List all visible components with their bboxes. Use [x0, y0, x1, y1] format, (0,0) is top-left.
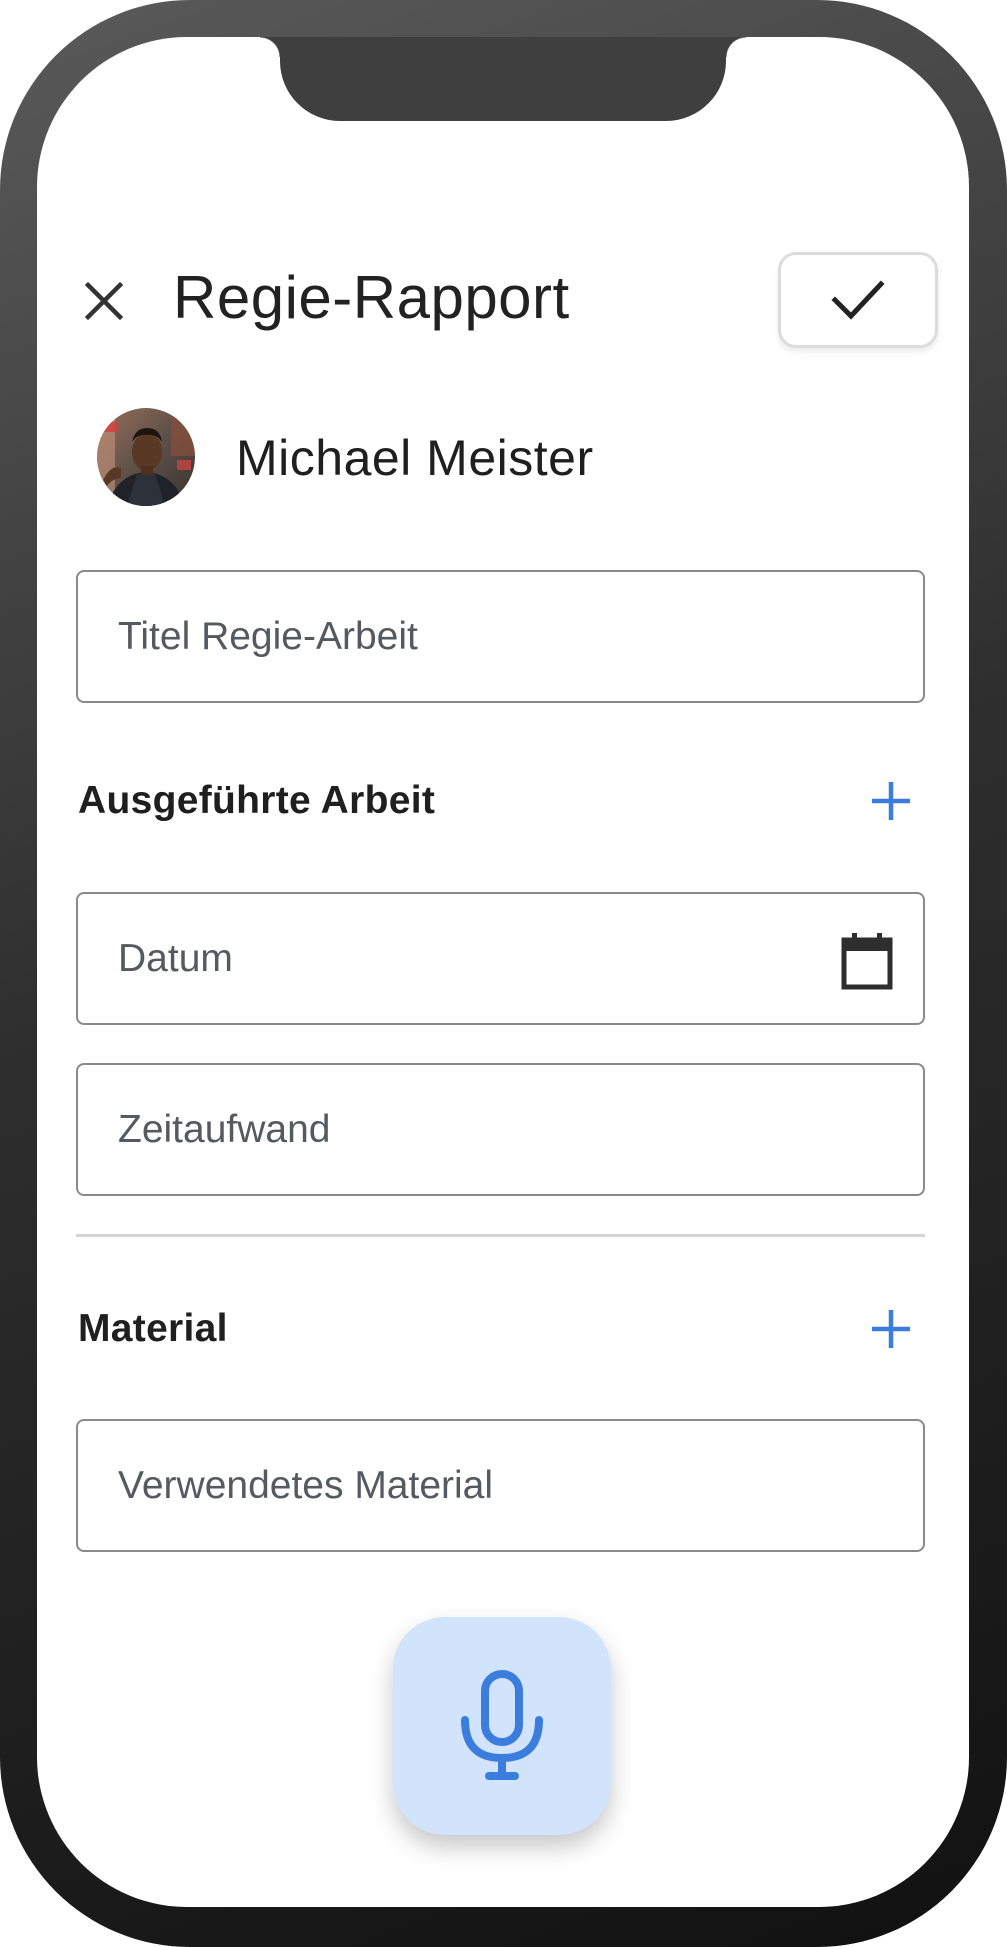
close-icon	[84, 281, 124, 321]
phone-frame: Regie-Rapport Michael Meister Titel Regi…	[0, 0, 1007, 1947]
add-work-button[interactable]	[867, 777, 915, 825]
title-input[interactable]	[116, 613, 885, 660]
effort-field[interactable]	[76, 1063, 925, 1196]
microphone-button[interactable]	[393, 1617, 611, 1835]
effort-input[interactable]	[116, 1106, 885, 1153]
material-section-title: Material	[78, 1307, 228, 1350]
date-field[interactable]	[76, 892, 925, 1025]
device-notch	[260, 37, 746, 121]
material-field[interactable]	[76, 1419, 925, 1552]
date-input[interactable]	[116, 935, 885, 982]
check-icon	[831, 280, 885, 320]
microphone-icon	[461, 1670, 543, 1780]
title-field[interactable]	[76, 570, 925, 703]
material-input[interactable]	[116, 1462, 885, 1509]
page-title: Regie-Rapport	[173, 264, 570, 331]
app-screen: Regie-Rapport Michael Meister Titel Regi…	[37, 37, 969, 1907]
plus-icon	[872, 1310, 910, 1348]
add-material-button[interactable]	[867, 1305, 915, 1353]
avatar	[97, 408, 195, 506]
calendar-icon[interactable]	[841, 932, 893, 990]
user-name: Michael Meister	[236, 430, 594, 486]
section-divider	[76, 1234, 925, 1237]
work-section-title: Ausgeführte Arbeit	[78, 779, 436, 822]
confirm-button[interactable]	[778, 252, 938, 348]
close-button[interactable]	[78, 275, 130, 327]
plus-icon	[872, 782, 910, 820]
avatar-photo	[97, 408, 195, 506]
